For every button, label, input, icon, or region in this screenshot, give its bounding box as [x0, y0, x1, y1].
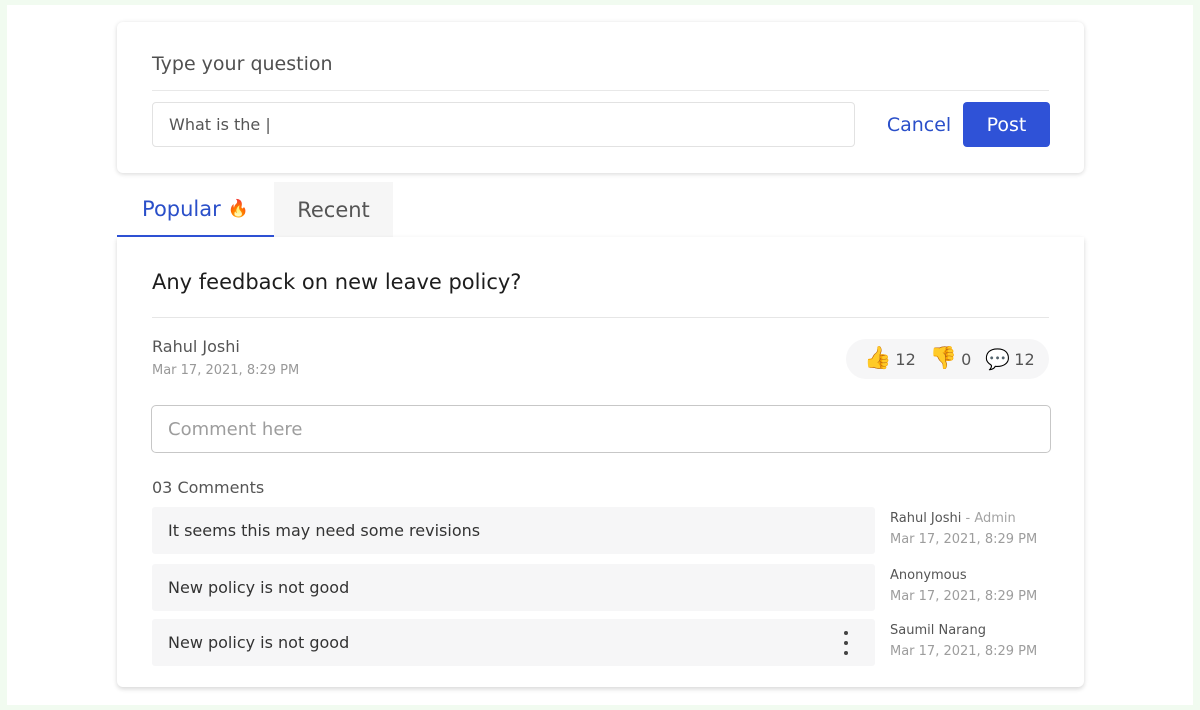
comment-text: It seems this may need some revisions — [168, 521, 481, 540]
dislike-count: 0 — [961, 349, 972, 369]
comment-item: It seems this may need some revisions Ra… — [152, 507, 1048, 554]
more-options-icon[interactable] — [839, 631, 853, 655]
divider — [152, 317, 1049, 318]
comment-input[interactable] — [151, 405, 1051, 453]
thumbs-up-icon: 👍 — [864, 346, 892, 371]
thumbs-down-icon: 👎 — [929, 346, 958, 371]
comment-author: Anonymous — [890, 568, 1037, 583]
divider — [152, 90, 1049, 91]
post-author: Rahul Joshi — [152, 337, 240, 356]
tab-popular[interactable]: Popular 🔥 — [117, 182, 274, 237]
comment-text: New policy is not good — [168, 633, 350, 652]
comment-item: New policy is not good Anonymous Mar 17,… — [152, 564, 1048, 611]
tab-bar: Popular 🔥 Recent — [117, 182, 393, 237]
comments-count: 03 Comments — [152, 478, 265, 497]
comment-meta: Saumil Narang Mar 17, 2021, 8:29 PM — [890, 623, 1037, 659]
comment-meta: Anonymous Mar 17, 2021, 8:29 PM — [890, 568, 1037, 604]
reactions-bar: 👍 12 👎 0 💬 12 — [846, 339, 1049, 379]
tab-popular-label: Popular — [142, 196, 221, 221]
comment-date: Mar 17, 2021, 8:29 PM — [890, 644, 1038, 659]
post-title: Any feedback on new leave policy? — [152, 270, 522, 294]
comment-author-role: - Admin — [961, 511, 1016, 526]
tab-recent-label: Recent — [297, 197, 370, 222]
post-button[interactable]: Post — [963, 102, 1050, 147]
dislike-button[interactable]: 👎 0 — [930, 348, 972, 370]
like-count: 12 — [895, 349, 916, 369]
comment-meta: Rahul Joshi - Admin Mar 17, 2021, 8:29 P… — [890, 511, 1037, 547]
post-date: Mar 17, 2021, 8:29 PM — [152, 363, 300, 378]
comment-text: New policy is not good — [168, 578, 350, 597]
comments-button[interactable]: 💬 12 — [985, 349, 1034, 369]
ask-question-card: Type your question Cancel Post — [117, 22, 1084, 173]
comment-bubble: New policy is not good — [152, 619, 875, 666]
post-card: Any feedback on new leave policy? Rahul … — [117, 237, 1084, 687]
comment-bubble: New policy is not good — [152, 564, 875, 611]
comment-author: Saumil Narang — [890, 623, 1037, 638]
comment-item: New policy is not good Saumil Narang Mar… — [152, 619, 1048, 666]
comment-date: Mar 17, 2021, 8:29 PM — [890, 532, 1038, 547]
speech-bubble-icon: 💬 — [985, 347, 1011, 371]
comment-author: Rahul Joshi - Admin — [890, 511, 1037, 526]
like-button[interactable]: 👍 12 — [864, 348, 916, 370]
comment-date: Mar 17, 2021, 8:29 PM — [890, 589, 1038, 604]
tab-recent[interactable]: Recent — [274, 182, 393, 237]
comment-bubble: It seems this may need some revisions — [152, 507, 875, 554]
comment-author-name: Anonymous — [890, 568, 967, 583]
comment-author-name: Saumil Narang — [890, 623, 986, 638]
ask-title: Type your question — [152, 53, 333, 75]
flame-icon: 🔥 — [227, 198, 249, 219]
comment-author-name: Rahul Joshi — [890, 511, 962, 526]
comment-count: 12 — [1014, 349, 1035, 369]
cancel-button[interactable]: Cancel — [869, 102, 969, 147]
question-input[interactable] — [152, 102, 855, 147]
